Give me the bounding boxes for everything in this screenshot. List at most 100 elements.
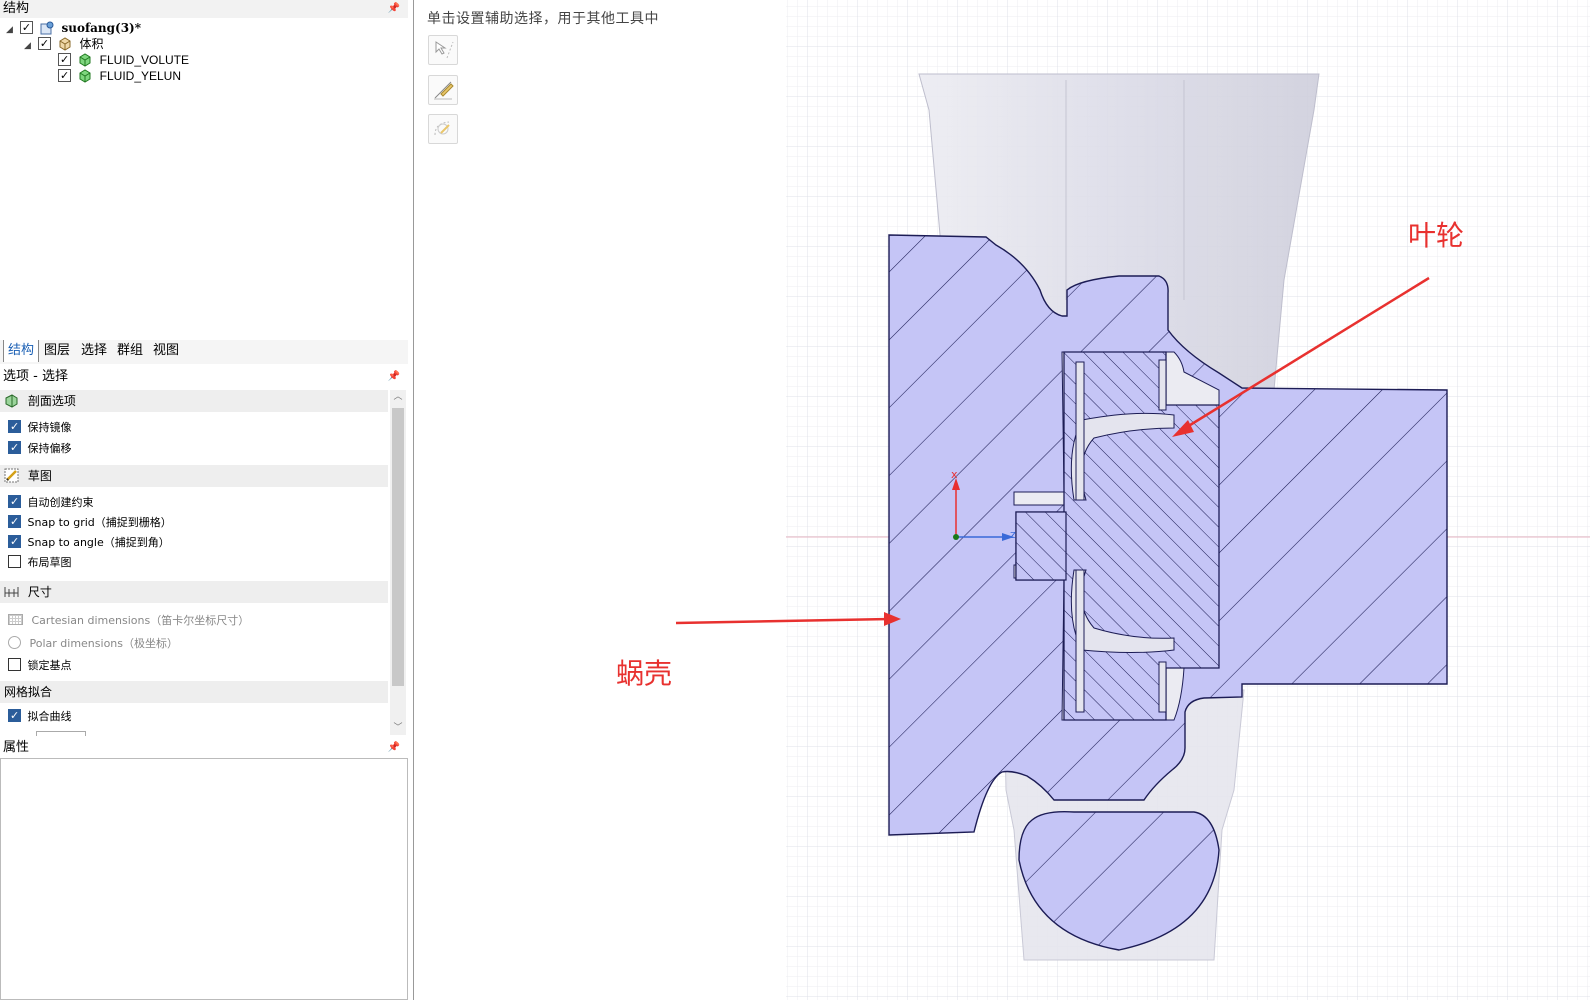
checkbox[interactable] [8, 555, 21, 568]
z-axis-label: z [1010, 528, 1016, 541]
tree-item-fluid-yelun[interactable]: FLUID_YELUN [58, 68, 181, 84]
option-label: 保持镜像 [27, 421, 72, 434]
volume-icon [59, 37, 71, 51]
impeller-shroud-gap [1158, 359, 1167, 411]
design-canvas[interactable] [414, 0, 1590, 1000]
option-auto-constraints[interactable]: 自动创建约束 [8, 494, 94, 512]
section-mesh-fit[interactable]: 网格拟合 [0, 681, 388, 703]
options-panel-title: 选项 - 选择 [3, 369, 68, 384]
checkbox[interactable] [8, 709, 21, 722]
properties-panel-body [0, 758, 408, 1000]
visibility-checkbox[interactable] [58, 69, 71, 82]
x-axis-label: x [951, 468, 958, 481]
tab-structure[interactable]: 结构 [3, 340, 40, 362]
option-label: Snap to grid（捕捉到栅格） [27, 516, 172, 529]
tree-item-fluid-volute[interactable]: FLUID_VOLUTE [58, 52, 189, 68]
checkbox[interactable] [8, 658, 21, 671]
left-panel: 结构 📌 ◢ suofang(3)* ◢ 体积 FLUID_VOLUTE FLU… [0, 0, 408, 1000]
checkbox[interactable] [8, 535, 21, 548]
properties-panel-header: 属性 📌 [0, 739, 408, 757]
pin-icon[interactable]: 📌 [388, 0, 400, 18]
option-label: Cartesian dimensions（笛卡尔坐标尺寸） [31, 614, 250, 627]
scroll-thumb[interactable] [392, 408, 404, 686]
section-label: 尺寸 [27, 585, 52, 599]
tab-groups[interactable]: 群组 [113, 340, 147, 362]
panel-tabs: 结构 图层 选择 群组 视图 [0, 340, 408, 364]
select-arrow-icon [435, 41, 454, 59]
option-label: Polar dimensions（极坐标） [29, 637, 179, 650]
tree-item-label: FLUID_VOLUTE [99, 53, 190, 67]
tab-selection[interactable]: 选择 [77, 340, 111, 362]
partial-input-field[interactable] [36, 731, 86, 736]
scroll-up-icon[interactable]: ︿ [390, 390, 406, 404]
collapse-icon[interactable]: ◢ [24, 38, 34, 54]
checkbox[interactable] [8, 420, 21, 433]
impeller-hub-gap [1075, 569, 1085, 713]
options-panel-header: 选项 - 选择 📌 [0, 368, 408, 386]
option-snap-to-angle[interactable]: Snap to angle（捕捉到角） [8, 534, 170, 552]
arc-tool-button[interactable] [428, 114, 458, 144]
options-scrollbar[interactable]: ︿ ﹀ [390, 390, 406, 735]
design-viewport[interactable]: 单击设置辅助选择，用于其他工具中 x z 叶轮 蜗壳 [413, 0, 1590, 1000]
design-icon [40, 21, 54, 35]
line-tool-icon [434, 81, 454, 100]
viewport-hint: 单击设置辅助选择，用于其他工具中 [427, 11, 659, 27]
impeller-shroud-gap [1158, 661, 1167, 713]
sketch-pencil-icon [4, 468, 19, 483]
collapse-icon[interactable]: ◢ [6, 22, 16, 38]
tab-layers[interactable]: 图层 [40, 340, 74, 362]
section-label: 草图 [27, 469, 52, 483]
properties-panel-title: 属性 [3, 740, 30, 755]
option-label: 锁定基点 [27, 659, 72, 672]
option-cartesian-dimensions[interactable]: Cartesian dimensions（笛卡尔坐标尺寸） [8, 612, 249, 630]
dimension-icon [4, 587, 19, 597]
option-snap-to-grid[interactable]: Snap to grid（捕捉到栅格） [8, 514, 172, 532]
option-keep-offset[interactable]: 保持偏移 [8, 440, 72, 458]
impeller-eye [1015, 511, 1067, 581]
pin-icon[interactable]: 📌 [388, 739, 400, 757]
option-polar-dimensions[interactable]: Polar dimensions（极坐标） [8, 635, 178, 653]
tree-item-label: FLUID_YELUN [99, 69, 182, 83]
section-cube-icon [5, 394, 18, 408]
option-fit-curve[interactable]: 拟合曲线 [8, 708, 72, 726]
line-tool-button[interactable] [428, 75, 458, 105]
tree-item-label: 体积 [79, 37, 104, 51]
body-icon [79, 53, 91, 67]
structure-panel-title: 结构 [3, 1, 30, 16]
visibility-checkbox[interactable] [19, 21, 33, 34]
annotation-impeller: 叶轮 [1408, 219, 1465, 252]
option-label: 布局草图 [27, 556, 72, 569]
section-dimensions[interactable]: 尺寸 [0, 581, 388, 603]
body-icon [79, 69, 91, 83]
tree-item-root[interactable]: ◢ suofang(3)* [6, 20, 141, 36]
scroll-down-icon[interactable]: ﹀ [390, 721, 406, 735]
tree-item-label: suofang(3)* [61, 21, 142, 35]
select-tool-button[interactable] [428, 35, 458, 65]
option-label: 拟合曲线 [27, 710, 72, 723]
origin-point[interactable] [953, 534, 959, 540]
impeller-hub-gap [1075, 361, 1085, 501]
visibility-checkbox[interactable] [37, 37, 51, 50]
tab-views[interactable]: 视图 [149, 340, 183, 362]
arc-tool-icon [434, 121, 450, 136]
annotation-volute: 蜗壳 [616, 657, 673, 690]
option-lock-base-point[interactable]: 锁定基点 [8, 657, 72, 675]
tree-item-volume[interactable]: ◢ 体积 [24, 36, 104, 52]
option-keep-mirror[interactable]: 保持镜像 [8, 419, 72, 437]
grid-icon [8, 614, 23, 625]
option-label: 保持偏移 [27, 442, 72, 455]
pin-icon[interactable]: 📌 [388, 368, 400, 386]
checkbox[interactable] [8, 441, 21, 454]
structure-panel-header: 结构 📌 [0, 0, 408, 18]
checkbox[interactable] [8, 495, 21, 508]
section-label: 剖面选项 [27, 394, 76, 408]
option-label: 自动创建约束 [27, 496, 94, 509]
section-cross-section-options[interactable]: 剖面选项 [0, 390, 388, 412]
polar-radio[interactable] [8, 636, 21, 649]
option-label: Snap to angle（捕捉到角） [27, 536, 170, 549]
section-sketch[interactable]: 草图 [0, 465, 388, 487]
visibility-checkbox[interactable] [58, 53, 71, 66]
option-layout-sketch[interactable]: 布局草图 [8, 554, 72, 572]
section-label: 网格拟合 [4, 685, 53, 699]
checkbox[interactable] [8, 515, 21, 528]
